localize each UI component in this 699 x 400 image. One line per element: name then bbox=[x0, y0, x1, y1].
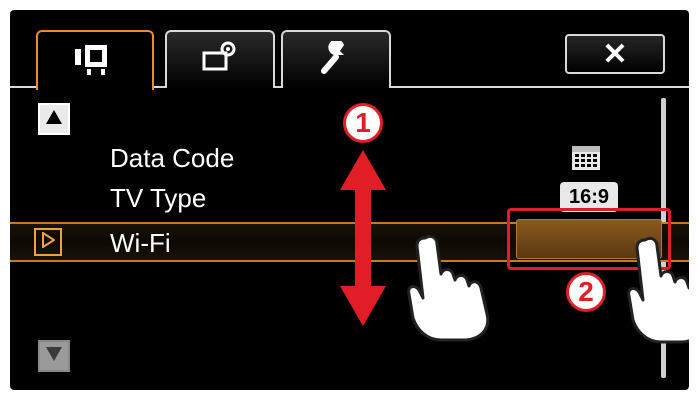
step-2-badge: 2 bbox=[566, 272, 606, 312]
wrench-icon bbox=[318, 38, 354, 80]
step-1-badge: 1 bbox=[343, 103, 383, 143]
tab-system-setup[interactable] bbox=[281, 30, 391, 88]
camera-settings-icon bbox=[200, 41, 240, 80]
tap-hand-icon bbox=[625, 234, 689, 349]
menu-item-tv-type[interactable]: TV Type bbox=[110, 183, 206, 214]
play-icon bbox=[41, 230, 56, 253]
swipe-hand-icon bbox=[405, 232, 497, 347]
movie-camera-icon bbox=[73, 41, 117, 82]
scroll-up-button[interactable] bbox=[38, 103, 70, 135]
scroll-down-button[interactable] bbox=[38, 340, 70, 372]
tab-recording-setup[interactable] bbox=[165, 30, 275, 88]
triangle-up-icon bbox=[45, 109, 63, 130]
tab-movie-menu[interactable] bbox=[36, 30, 154, 90]
menu-item-data-code[interactable]: Data Code bbox=[110, 143, 234, 174]
tab-divider bbox=[10, 86, 36, 88]
close-button[interactable]: ✕ bbox=[565, 34, 665, 74]
camera-menu-screen: ✕ Data Code TV Type Wi-Fi 16:9 1 2 bbox=[10, 10, 689, 390]
triangle-down-icon bbox=[45, 346, 63, 367]
calendar-icon bbox=[571, 143, 601, 176]
menu-item-wifi[interactable]: Wi-Fi bbox=[110, 228, 171, 259]
close-icon: ✕ bbox=[602, 37, 628, 71]
scroll-double-arrow-icon bbox=[338, 148, 388, 333]
selection-marker bbox=[34, 228, 62, 256]
screenshot: ✕ Data Code TV Type Wi-Fi 16:9 1 2 bbox=[0, 0, 699, 400]
